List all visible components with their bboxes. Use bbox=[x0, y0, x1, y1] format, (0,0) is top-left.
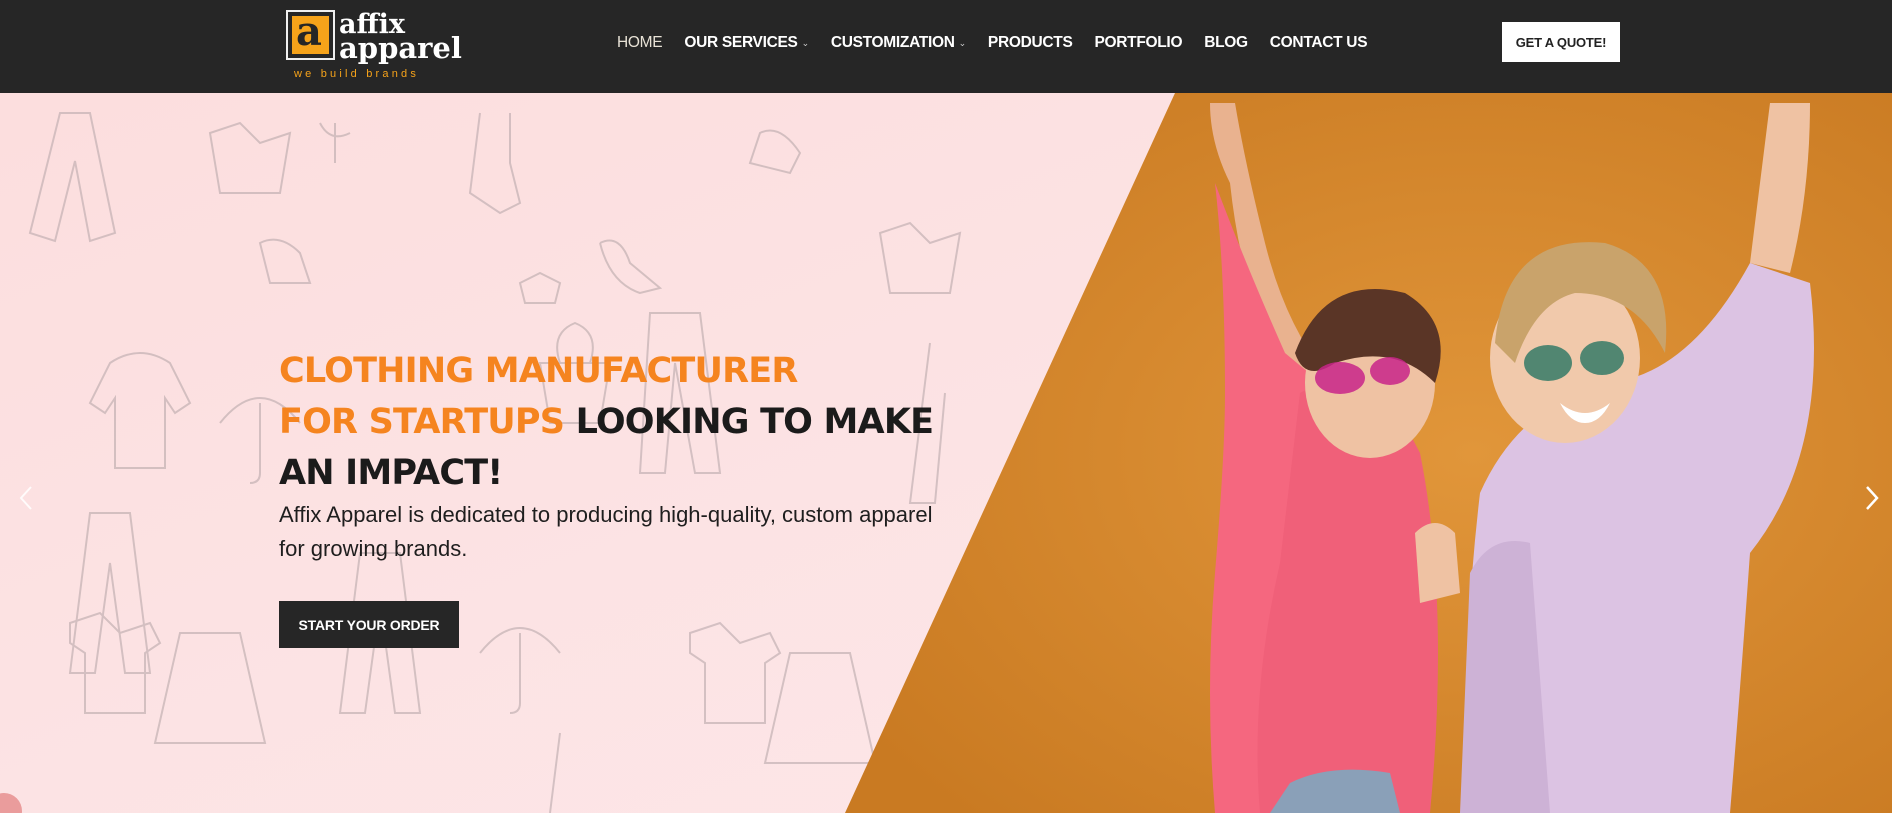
nav-home[interactable]: HOME bbox=[617, 34, 663, 52]
hero-subtext: Affix Apparel is dedicated to producing … bbox=[279, 502, 933, 561]
chevron-down-icon: ⌄ bbox=[801, 37, 810, 48]
nav-portfolio[interactable]: PORTFOLIO bbox=[1094, 34, 1182, 52]
nav-customization[interactable]: CUSTOMIZATION ⌄ bbox=[831, 34, 966, 52]
hero-headline: CLOTHING MANUFACTURER FOR STARTUPS LOOKI… bbox=[279, 351, 934, 493]
logo-word-apparel: apparel bbox=[339, 31, 462, 65]
nav-our-services[interactable]: OUR SERVICES ⌄ bbox=[684, 34, 809, 52]
main-nav: HOME OUR SERVICES ⌄ CUSTOMIZATION ⌄ PRODUC… bbox=[617, 33, 1389, 53]
chevron-left-icon[interactable] bbox=[16, 483, 36, 513]
site-header: a affix apparel we build brands HOME OUR… bbox=[0, 0, 1892, 93]
site-logo[interactable]: a affix apparel we build brands bbox=[286, 9, 462, 81]
start-your-order-button[interactable]: START YOUR ORDER bbox=[279, 601, 459, 648]
hero-slider: CLOTHING MANUFACTURER FOR STARTUPS LOOKI… bbox=[0, 93, 1892, 813]
nav-products[interactable]: PRODUCTS bbox=[988, 34, 1073, 52]
chevron-right-icon[interactable] bbox=[1862, 483, 1882, 513]
logo-tagline: we build brands bbox=[294, 68, 420, 80]
nav-blog[interactable]: BLOG bbox=[1204, 34, 1248, 52]
get-a-quote-button[interactable]: GET A QUOTE! bbox=[1502, 22, 1620, 62]
logo-mark: a bbox=[286, 10, 335, 60]
chevron-down-icon: ⌄ bbox=[958, 37, 967, 48]
nav-contact-us[interactable]: CONTACT US bbox=[1270, 34, 1368, 52]
